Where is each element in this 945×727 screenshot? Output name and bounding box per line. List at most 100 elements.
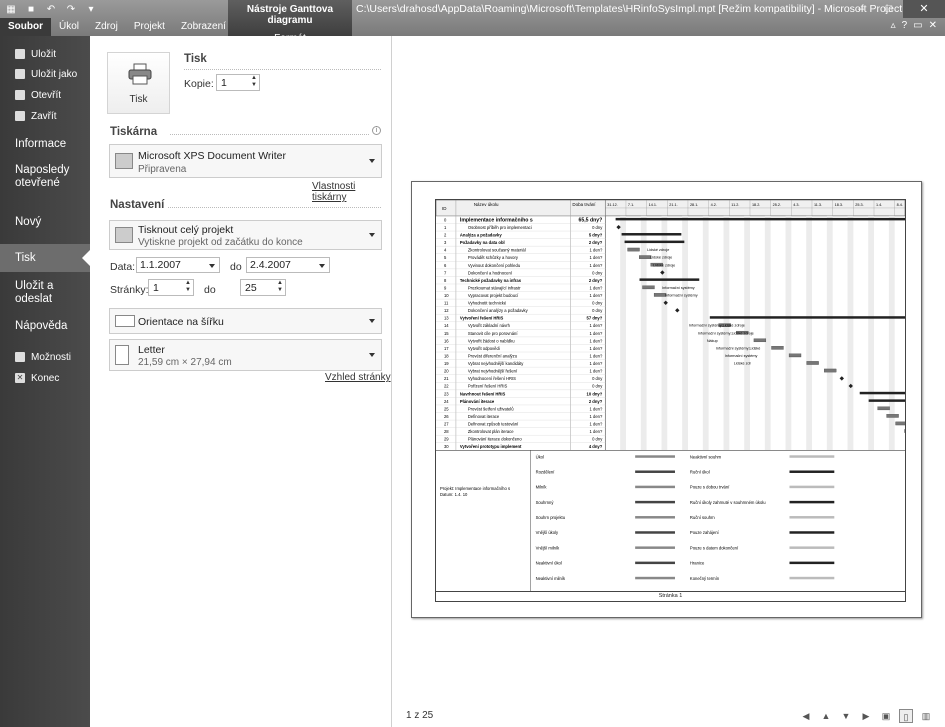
printer-properties-link[interactable]: Vlastnosti tiskárny (312, 181, 391, 203)
row-id: 27 (444, 422, 449, 427)
undo-icon[interactable]: ↶ (44, 4, 58, 16)
timescale-label: 11.3. (814, 203, 822, 207)
legend-swatch (789, 455, 835, 458)
save-icon (15, 49, 25, 59)
row-duration: 10 dny? (587, 391, 603, 396)
row-duration: 0 dny (592, 308, 603, 313)
scope-title: Tisknout celý projekt (138, 224, 234, 236)
row-task-name: Požadavky na data obl (460, 240, 505, 245)
nav-open[interactable]: Otevřít (0, 84, 90, 106)
tab-resource[interactable]: Zdroj (87, 18, 126, 36)
calendar-dropdown-icon[interactable] (319, 264, 325, 268)
timescale-label: 4.2. (711, 203, 717, 207)
stepper-arrows-icon[interactable]: ▲ ▼ (275, 280, 285, 295)
row-duration: 2 dny? (589, 278, 603, 283)
legend-label: Ruční úkoly zahrnuté v souhrnném úkolu (690, 500, 766, 505)
weekend-shade (847, 215, 854, 451)
timescale-label: 4.3. (793, 203, 799, 207)
row-duration: 1 den? (590, 353, 603, 358)
stepper-arrows-icon[interactable]: ▲ ▼ (183, 280, 193, 295)
stepper-arrows-icon[interactable]: ▲ ▼ (249, 75, 259, 90)
prev-page-icon[interactable]: ◀ (799, 709, 813, 723)
page-down-icon[interactable]: ▼ (839, 709, 853, 723)
legend-label: Neaktivní úkol (536, 561, 562, 566)
nav-new[interactable]: Nový (0, 206, 90, 240)
legend-swatch (789, 500, 835, 504)
multiple-pages-icon[interactable]: ▥ (919, 709, 933, 723)
print-scope-dropdown[interactable]: Tisknout celý projekt Vytiskne projekt o… (109, 220, 382, 250)
row-id: 2 (444, 233, 447, 238)
tab-project[interactable]: Projekt (126, 18, 173, 36)
bar-resource-label: Nákup (707, 339, 718, 343)
page-setup-link[interactable]: Vzhled stránky (325, 372, 391, 383)
tab-view[interactable]: Zobrazení (173, 18, 234, 36)
window-controls: – □ ✕ (847, 0, 945, 18)
actual-size-icon[interactable]: ▣ (879, 709, 893, 723)
pages-from-stepper[interactable]: 1 ▲ ▼ (148, 279, 194, 296)
row-task-name: Vytvoření řešení HRIS (460, 316, 504, 321)
row-duration: 0 dny (592, 437, 603, 442)
nav-save-as[interactable]: Uložit jako (0, 64, 90, 84)
printer-dropdown[interactable]: Microsoft XPS Document Writer Připravena (109, 144, 382, 178)
help-icon[interactable]: ? (902, 20, 908, 31)
maximize-button[interactable]: □ (875, 0, 903, 18)
row-duration: 1 den? (590, 248, 603, 253)
project-note: Datum: 1.4. 10 (440, 492, 468, 497)
tab-file[interactable]: Soubor (0, 18, 51, 36)
bar-resource-label: Lidské zdroje (647, 248, 669, 252)
date-to-field[interactable]: 2.4.2007 (246, 257, 330, 273)
task-bar (886, 414, 899, 418)
redo-icon[interactable]: ↷ (64, 4, 78, 16)
legend-swatch (635, 455, 675, 458)
nav-close[interactable]: Zavřít (0, 106, 90, 126)
close-file-icon (15, 111, 25, 121)
row-duration: 0 dny (592, 376, 603, 381)
print-button[interactable]: Tisk (107, 52, 170, 114)
summary-bar (624, 240, 685, 244)
bar-resource-label: Informační systémy;Lidské (716, 346, 761, 350)
pages-to-stepper[interactable]: 25 ▲ ▼ (240, 279, 286, 296)
close-button[interactable]: ✕ (903, 0, 945, 18)
one-page-icon[interactable]: ▯ (899, 709, 913, 723)
row-id: 12 (444, 308, 449, 313)
nav-save[interactable]: Uložit (0, 44, 90, 64)
orientation-dropdown[interactable]: Orientace na šířku (109, 308, 382, 334)
page-up-icon[interactable]: ▲ (819, 709, 833, 723)
save-icon[interactable]: ■ (24, 4, 38, 16)
row-id: 11 (444, 301, 449, 306)
paper-size-dropdown[interactable]: Letter 21,59 cm × 27,94 cm (109, 339, 382, 371)
nav-info[interactable]: Informace (0, 126, 90, 164)
weekend-shade (640, 215, 647, 451)
window-title: C:\Users\drahosd\AppData\Roaming\Microso… (356, 3, 903, 15)
minimize-button[interactable]: – (847, 0, 875, 18)
nav-recent[interactable]: Naposledy otevřené (0, 164, 75, 206)
row-duration: 1 den? (590, 338, 603, 343)
next-page-icon[interactable]: ▶ (859, 709, 873, 723)
customize-qat-icon[interactable]: ▾ (84, 4, 98, 16)
printer-name: Microsoft XPS Document Writer (138, 150, 287, 162)
nav-options[interactable]: Možnosti (0, 346, 90, 368)
tab-task[interactable]: Úkol (51, 18, 87, 36)
close-doc-icon[interactable]: ✕ (929, 20, 937, 31)
options-icon (15, 352, 25, 362)
copies-stepper[interactable]: 1 ▲ ▼ (216, 74, 260, 91)
timescale-label: 18.2. (752, 203, 760, 207)
minimize-ribbon-icon[interactable]: ▵ (891, 20, 896, 31)
timescale-label: 14.1. (649, 203, 657, 207)
nav-help[interactable]: Nápověda (0, 316, 90, 346)
bar-resource-label: Informační systémy (725, 354, 758, 358)
app-icon[interactable]: ▦ (4, 4, 18, 16)
row-duration: 2 dny? (589, 399, 603, 404)
quick-access-toolbar: ▦ ■ ↶ ↷ ▾ (4, 2, 98, 18)
restore-icon[interactable]: ▭ (913, 20, 922, 31)
row-task-name: Vyvinout dokončení pohledu (468, 263, 521, 268)
print-button-label: Tisk (129, 94, 148, 105)
nav-print[interactable]: Tisk (0, 244, 90, 272)
nav-exit[interactable]: ✕ Konec (0, 368, 90, 388)
calendar-dropdown-icon[interactable] (209, 264, 215, 268)
info-icon[interactable]: i (372, 126, 381, 135)
nav-save-send[interactable]: Uložit a odeslat (0, 272, 75, 316)
row-task-name: Provést diferenční analýzu (468, 353, 518, 358)
row-id: 17 (444, 346, 449, 351)
date-from-field[interactable]: 1.1.2007 (136, 257, 220, 273)
